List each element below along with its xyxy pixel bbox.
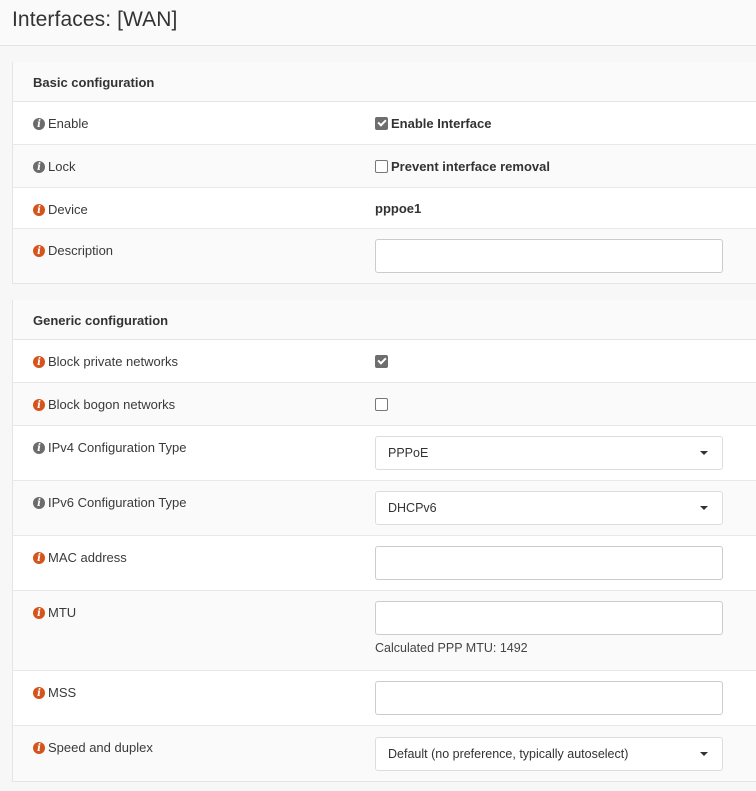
field-label: MAC address — [48, 550, 127, 565]
info-icon[interactable]: i — [33, 204, 45, 216]
info-icon[interactable]: i — [33, 742, 45, 754]
field-label: IPv4 Configuration Type — [48, 440, 187, 455]
field-label: Speed and duplex — [48, 740, 153, 755]
row-block-private: i Block private networks — [13, 340, 756, 383]
row-ipv6-type: i IPv6 Configuration Type DHCPv6 — [13, 481, 756, 536]
row-description: i Description — [13, 229, 756, 283]
mtu-input[interactable] — [375, 601, 723, 635]
field-label: IPv6 Configuration Type — [48, 495, 187, 510]
ipv4-type-select[interactable]: PPPoE — [375, 436, 723, 470]
ipv6-type-select[interactable]: DHCPv6 — [375, 491, 723, 525]
field-label: Device — [48, 202, 88, 217]
field-label: Block private networks — [48, 354, 179, 369]
description-input[interactable] — [375, 239, 723, 273]
info-icon[interactable]: i — [33, 245, 45, 257]
info-icon[interactable]: i — [33, 442, 45, 454]
row-mac: i MAC address — [13, 536, 756, 591]
info-icon[interactable]: i — [33, 356, 45, 368]
field-label: MSS — [48, 685, 77, 700]
speed-duplex-select[interactable]: Default (no preference, typically autose… — [375, 736, 723, 771]
checkbox-unchecked-icon[interactable] — [375, 159, 388, 173]
info-icon[interactable]: i — [33, 399, 45, 411]
caret-down-icon — [700, 451, 708, 455]
info-icon[interactable]: i — [33, 552, 45, 564]
mac-address-input[interactable] — [375, 546, 723, 580]
prevent-removal-checkbox[interactable]: Prevent interface removal — [375, 159, 756, 174]
caret-down-icon — [700, 506, 708, 510]
block-bogon-checkbox[interactable] — [375, 397, 756, 411]
info-icon[interactable]: i — [33, 607, 45, 619]
section-header: Basic configuration — [13, 62, 756, 102]
row-ipv4-type: i IPv4 Configuration Type PPPoE — [13, 426, 756, 481]
info-icon[interactable]: i — [33, 161, 45, 173]
row-device: i Device pppoe1 — [13, 188, 756, 229]
row-speed-duplex: i Speed and duplex Default (no preferenc… — [13, 726, 756, 781]
basic-configuration-section: Basic configuration i Enable Enable Inte… — [12, 62, 756, 284]
mss-input[interactable] — [375, 681, 723, 715]
field-label: Description — [48, 243, 114, 258]
row-mss: i MSS — [13, 671, 756, 726]
field-label: Block bogon networks — [48, 397, 176, 412]
mtu-help-text: Calculated PPP MTU: 1492 — [375, 641, 528, 655]
enable-interface-checkbox[interactable]: Enable Interface — [375, 116, 756, 131]
info-icon[interactable]: i — [33, 497, 45, 509]
page-header: Interfaces: [WAN] — [0, 0, 756, 46]
field-label: Enable — [48, 116, 89, 131]
row-enable: i Enable Enable Interface — [13, 102, 756, 145]
checkbox-unchecked-icon[interactable] — [375, 397, 388, 411]
field-label: Lock — [48, 159, 76, 174]
block-private-checkbox[interactable] — [375, 354, 756, 368]
checkbox-checked-icon[interactable] — [375, 116, 388, 130]
caret-down-icon — [700, 751, 708, 756]
row-mtu: i MTU Calculated PPP MTU: 1492 — [13, 591, 756, 671]
info-icon[interactable]: i — [33, 118, 45, 130]
page-title: Interfaces: [WAN] — [12, 8, 178, 31]
checkbox-checked-icon[interactable] — [375, 354, 388, 368]
section-header: Generic configuration — [13, 300, 756, 340]
field-label: MTU — [48, 605, 77, 620]
row-block-bogon: i Block bogon networks — [13, 383, 756, 426]
generic-configuration-section: Generic configuration i Block private ne… — [12, 300, 756, 782]
info-icon[interactable]: i — [33, 687, 45, 699]
device-value: pppoe1 — [375, 200, 422, 216]
row-lock: i Lock Prevent interface removal — [13, 145, 756, 188]
